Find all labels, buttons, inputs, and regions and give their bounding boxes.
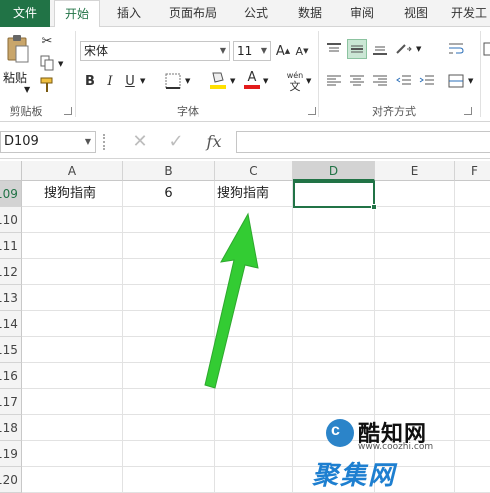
watermark-bottom-text: 聚集网 <box>312 461 397 491</box>
watermark-url: www.coozhi.com <box>358 442 434 452</box>
watermark-logo-icon: c <box>326 419 354 447</box>
